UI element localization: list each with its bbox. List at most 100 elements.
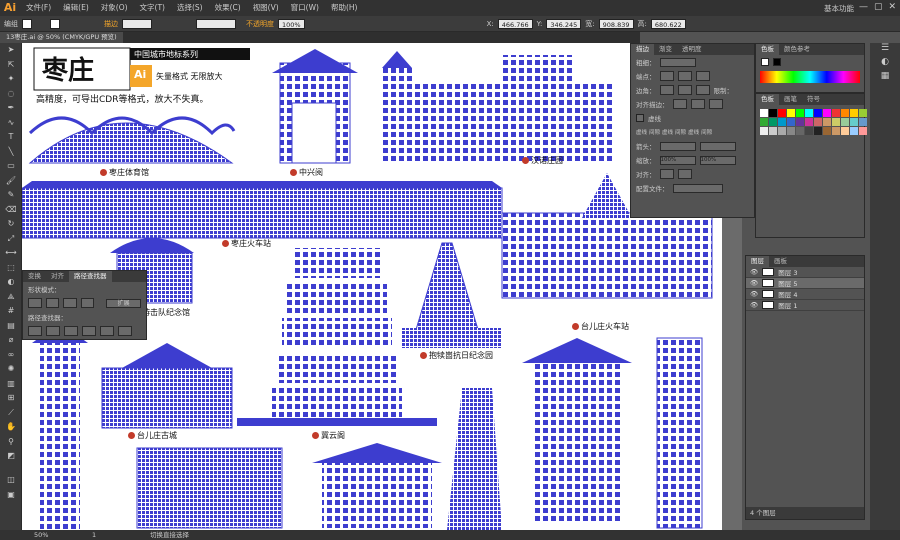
opacity-field[interactable]: 100% — [278, 18, 305, 29]
pencil-tool-icon[interactable]: ✎ — [0, 188, 22, 203]
align-inside-icon[interactable] — [690, 99, 705, 109]
layer-name[interactable]: 图层 1 — [778, 300, 797, 310]
fill-swatch[interactable] — [22, 18, 32, 29]
fill-chip[interactable] — [761, 58, 769, 66]
start-arrow-select[interactable] — [659, 141, 696, 151]
menu-object[interactable]: 对象(O) — [95, 0, 134, 16]
align-center-icon[interactable] — [672, 99, 687, 109]
layer-name[interactable]: 图层 3 — [778, 267, 797, 277]
minus-back-icon[interactable] — [118, 326, 132, 336]
eraser-tool-icon[interactable]: ⌫ — [0, 203, 22, 218]
dock-icon[interactable]: ☰ — [870, 43, 900, 57]
tab-stroke[interactable]: 描边 — [631, 44, 654, 55]
merge-icon[interactable] — [64, 326, 78, 336]
graph-tool-icon[interactable]: ▥ — [0, 377, 22, 392]
profile-select[interactable] — [672, 183, 723, 193]
rotate-tool-icon[interactable]: ↻ — [0, 217, 22, 232]
tab-color[interactable]: 色板 — [756, 44, 779, 55]
menu-file[interactable]: 文件(F) — [20, 0, 57, 16]
drawing-modes-icon[interactable]: ◫ — [0, 473, 22, 488]
layer-row[interactable]: 👁 图层 1 — [746, 300, 864, 311]
blend-tool-icon[interactable]: ∞ — [0, 348, 22, 363]
zoom-level[interactable]: 50% — [34, 530, 48, 540]
menu-help[interactable]: 帮助(H) — [325, 0, 364, 16]
stroke-label[interactable]: 描边 — [104, 19, 118, 29]
menu-window[interactable]: 窗口(W) — [285, 0, 325, 16]
align-outside-icon[interactable] — [708, 99, 723, 109]
arrow-place-icon[interactable] — [677, 169, 692, 179]
unite-icon[interactable] — [28, 298, 42, 308]
workspace-switcher[interactable]: 基本功能 — [824, 3, 854, 14]
width-tool-icon[interactable]: ⟷ — [0, 246, 22, 261]
line-tool-icon[interactable]: ╲ — [0, 145, 22, 160]
bevel-join-icon[interactable] — [695, 85, 710, 95]
perspective-icon[interactable]: ⟁ — [0, 290, 22, 305]
eyedropper-icon[interactable]: ⌀ — [0, 333, 22, 348]
tab-artboards[interactable]: 画板 — [769, 256, 792, 267]
tab-transform[interactable]: 变换 — [23, 271, 46, 282]
scale-tool-icon[interactable]: ⤢ — [0, 232, 22, 247]
trim-icon[interactable] — [46, 326, 60, 336]
tab-swatches[interactable]: 色板 — [756, 94, 779, 105]
menu-effect[interactable]: 效果(C) — [209, 0, 247, 16]
color-spectrum[interactable] — [760, 71, 860, 83]
square-cap-icon[interactable] — [695, 71, 710, 81]
pen-tool-icon[interactable]: ✒ — [0, 101, 22, 116]
direct-selection-icon[interactable]: ⇱ — [0, 58, 22, 73]
tab-symbols[interactable]: 符号 — [802, 94, 825, 105]
swatch-grid[interactable] — [756, 105, 867, 139]
tab-gradient[interactable]: 渐变 — [654, 44, 677, 55]
stroke-weight-input[interactable] — [659, 57, 696, 67]
rectangle-tool-icon[interactable]: ▭ — [0, 159, 22, 174]
divide-icon[interactable] — [28, 326, 42, 336]
layer-row-selected[interactable]: 👁 图层 5 — [746, 278, 864, 289]
tab-layers[interactable]: 图层 — [746, 256, 769, 267]
tab-pathfinder[interactable]: 路径查找器 — [69, 271, 112, 282]
maximize-button[interactable]: ▢ — [874, 2, 883, 12]
menu-select[interactable]: 选择(S) — [171, 0, 209, 16]
end-scale-field[interactable]: 100% — [699, 155, 736, 165]
eye-icon[interactable]: 👁 — [750, 290, 758, 298]
minus-front-icon[interactable] — [45, 298, 60, 308]
brush-field[interactable] — [196, 18, 236, 29]
start-scale-field[interactable]: 100% — [659, 155, 696, 165]
eye-icon[interactable]: 👁 — [750, 279, 758, 287]
dashed-checkbox[interactable] — [636, 114, 644, 122]
tab-align[interactable]: 对齐 — [46, 271, 69, 282]
close-button[interactable]: ✕ — [888, 2, 896, 12]
eye-icon[interactable]: 👁 — [750, 268, 758, 276]
gradient-tool-icon[interactable]: ▤ — [0, 319, 22, 334]
mesh-tool-icon[interactable]: # — [0, 304, 22, 319]
intersect-icon[interactable] — [63, 298, 77, 308]
crop-icon[interactable] — [82, 326, 96, 336]
y-field[interactable]: 346.245 — [546, 18, 582, 29]
eye-icon[interactable]: 👁 — [750, 301, 758, 309]
tab-transparency[interactable]: 透明度 — [677, 44, 707, 55]
round-join-icon[interactable] — [677, 85, 692, 95]
menu-type[interactable]: 文字(T) — [134, 0, 171, 16]
dock-icon[interactable]: ◐ — [870, 57, 900, 71]
arrow-extend-icon[interactable] — [659, 169, 674, 179]
menu-view[interactable]: 视图(V) — [247, 0, 285, 16]
stroke-chip[interactable] — [773, 58, 781, 66]
free-transform-icon[interactable]: ⬚ — [0, 261, 22, 276]
outline-icon[interactable] — [100, 326, 114, 336]
end-arrow-select[interactable] — [699, 141, 736, 151]
minimize-button[interactable]: — — [859, 2, 868, 12]
lasso-icon[interactable]: ◌ — [0, 87, 22, 102]
menu-edit[interactable]: 编辑(E) — [57, 0, 95, 16]
miter-join-icon[interactable] — [659, 85, 674, 95]
fill-stroke-icon[interactable]: ◩ — [0, 449, 22, 473]
dock-icon[interactable]: ▦ — [870, 71, 900, 85]
zoom-tool-icon[interactable]: ⚲ — [0, 435, 22, 450]
layer-row[interactable]: 👁 图层 4 — [746, 289, 864, 300]
height-field[interactable]: 680.622 — [650, 18, 686, 29]
hand-tool-icon[interactable]: ✋ — [0, 420, 22, 435]
layer-name[interactable]: 图层 5 — [778, 278, 797, 288]
curvature-icon[interactable]: ∿ — [0, 116, 22, 131]
brush-tool-icon[interactable]: 🖌 — [0, 174, 22, 189]
screen-mode-icon[interactable]: ▣ — [0, 488, 22, 503]
layer-row[interactable]: 👁 图层 3 — [746, 267, 864, 278]
slice-tool-icon[interactable]: ⟋ — [0, 406, 22, 421]
magic-wand-icon[interactable]: ✦ — [0, 72, 22, 87]
